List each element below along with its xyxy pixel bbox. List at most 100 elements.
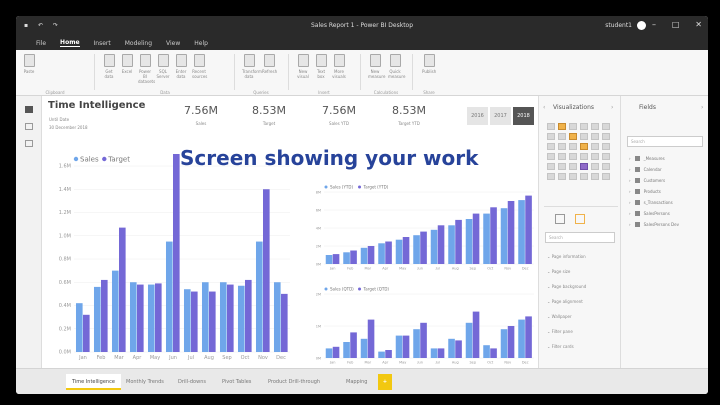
visual-type-icon[interactable]: [547, 143, 555, 150]
field-table-item[interactable]: › SalesPersons: [629, 211, 670, 216]
year-slicer-2017[interactable]: 2017: [490, 107, 511, 125]
more-visuals-button[interactable]: More visuals: [332, 54, 346, 79]
legend-label[interactable]: Sales (YTD): [330, 184, 353, 189]
field-table-item[interactable]: › Customers: [629, 178, 665, 183]
bar-sales-jul[interactable]: [183, 289, 191, 352]
visual-type-icon[interactable]: [580, 133, 588, 140]
chevron-right-icon[interactable]: ›: [701, 104, 703, 111]
bar-sales-feb[interactable]: [93, 286, 101, 352]
bar-target-ytd--jul[interactable]: [437, 225, 445, 264]
bar-target-ytd--aug[interactable]: [455, 219, 462, 264]
bar-target-qtd--jun[interactable]: [420, 322, 427, 358]
bar-target-may[interactable]: [155, 283, 162, 352]
bar-sales-ytd--apr[interactable]: [378, 243, 385, 264]
format-section[interactable]: ⌄ Page size: [547, 269, 570, 274]
visual-type-icon[interactable]: [547, 133, 555, 140]
bar-sales-nov[interactable]: [255, 241, 263, 352]
fields-well-icon[interactable]: [555, 214, 565, 224]
visual-type-icon[interactable]: [591, 163, 599, 170]
bar-target-ytd--dec[interactable]: [525, 195, 532, 264]
format-paint-icon[interactable]: [575, 214, 585, 224]
bar-sales-qtd--mar[interactable]: [360, 338, 368, 358]
menu-view[interactable]: View: [166, 40, 180, 47]
visual-type-icon[interactable]: [591, 153, 599, 160]
bar-target-ytd--feb[interactable]: [350, 250, 357, 265]
bar-target-apr[interactable]: [137, 284, 144, 352]
kpi-card-target-ytd[interactable]: 8.53M Target YTD: [380, 104, 438, 126]
bar-sales-mar[interactable]: [111, 270, 119, 352]
enter-data-button[interactable]: Enter data: [174, 54, 188, 79]
bar-target-ytd--apr[interactable]: [385, 241, 392, 265]
visual-type-icon[interactable]: [580, 173, 588, 180]
visual-type-icon[interactable]: [591, 133, 599, 140]
visual-type-icon[interactable]: [580, 153, 588, 160]
tab-monthly-trends[interactable]: Monthly Trends: [120, 374, 170, 390]
bar-target-jun[interactable]: [173, 154, 180, 352]
bar-target-ytd--sep[interactable]: [472, 213, 480, 264]
bar-target-jan[interactable]: [83, 314, 90, 352]
maximize-icon[interactable]: □: [672, 20, 680, 29]
visual-type-icon[interactable]: [602, 163, 610, 170]
new-visual-button[interactable]: New visual: [296, 54, 310, 79]
legend-label[interactable]: Sales (QTD): [330, 286, 354, 291]
visual-type-icon[interactable]: [558, 143, 566, 150]
format-search-input[interactable]: Search: [545, 232, 615, 243]
bar-sales-ytd--sep[interactable]: [465, 219, 473, 264]
visual-type-icon[interactable]: [547, 163, 555, 170]
bar-sales-qtd--feb[interactable]: [343, 342, 350, 358]
bar-target-qtd--dec[interactable]: [525, 316, 532, 358]
transform-data-button[interactable]: Transform data: [242, 54, 262, 79]
publish-button[interactable]: Publish: [422, 54, 436, 74]
bar-target-ytd--mar[interactable]: [367, 246, 375, 264]
bar-target-qtd--jan[interactable]: [332, 346, 340, 358]
field-table-item[interactable]: › _Measures: [629, 156, 665, 161]
field-table-item[interactable]: › s_Transactions: [629, 200, 673, 205]
visual-type-icon[interactable]: [569, 163, 577, 170]
bar-sales-qtd--nov[interactable]: [500, 329, 508, 358]
bar-sales-apr[interactable]: [129, 282, 137, 352]
bar-sales-ytd--oct[interactable]: [483, 213, 490, 264]
bar-sales-ytd--mar[interactable]: [360, 247, 368, 264]
bar-sales-qtd--jul[interactable]: [430, 348, 438, 358]
text-box-button[interactable]: Text box: [314, 54, 328, 79]
legend-label[interactable]: Sales: [80, 155, 99, 163]
visual-type-icon[interactable]: [569, 153, 577, 160]
excel-button[interactable]: Excel: [120, 54, 134, 74]
visual-type-icon[interactable]: [602, 133, 610, 140]
bar-sales-qtd--may[interactable]: [395, 335, 403, 358]
format-section[interactable]: ⌄ Wallpaper: [547, 314, 572, 319]
bar-sales-qtd--sep[interactable]: [465, 322, 473, 358]
bar-target-ytd--oct[interactable]: [490, 207, 497, 264]
bar-sales-ytd--feb[interactable]: [343, 252, 350, 264]
bar-sales-ytd--jul[interactable]: [430, 229, 438, 264]
bar-sales-ytd--aug[interactable]: [448, 225, 455, 264]
visual-type-icon[interactable]: [602, 123, 610, 130]
tab-drill-downs[interactable]: Drill-downs: [172, 374, 212, 390]
visual-type-icon[interactable]: [602, 153, 610, 160]
visual-type-icon[interactable]: [569, 143, 577, 150]
visual-type-icon[interactable]: [580, 143, 588, 150]
prev-page-icon[interactable]: [46, 374, 58, 390]
bar-target-sep[interactable]: [227, 284, 234, 352]
format-section[interactable]: ⌄ Page background: [547, 284, 586, 289]
visual-type-icon[interactable]: [558, 173, 566, 180]
format-section[interactable]: ⌄ Page alignment: [547, 299, 583, 304]
monthly-bar-chart[interactable]: Sales Target 0.0M 0.2M 0.4M 0.6M 0.8M 1.0M 1.2M 1…: [46, 154, 294, 366]
model-view-icon[interactable]: [24, 140, 33, 147]
bar-sales-aug[interactable]: [201, 282, 209, 352]
bar-sales-ytd--dec[interactable]: [518, 200, 525, 264]
visual-type-icon[interactable]: [580, 163, 588, 170]
bar-sales-sep[interactable]: [219, 282, 227, 352]
visual-type-icon[interactable]: [547, 173, 555, 180]
recent-sources-button[interactable]: Recent sources: [192, 54, 207, 79]
visual-type-icon[interactable]: [569, 133, 577, 140]
menu-help[interactable]: Help: [194, 40, 208, 47]
bar-target-ytd--nov[interactable]: [507, 201, 515, 264]
bar-sales-ytd--jan[interactable]: [325, 255, 333, 264]
refresh-button[interactable]: Refresh: [262, 54, 277, 74]
bar-target-mar[interactable]: [119, 227, 126, 352]
tab-pivot-tables[interactable]: Pivot Tables: [216, 374, 257, 390]
visual-type-icon[interactable]: [591, 143, 599, 150]
format-section[interactable]: ⌄ Filter cards: [547, 344, 574, 349]
bar-sales-may[interactable]: [147, 284, 155, 352]
